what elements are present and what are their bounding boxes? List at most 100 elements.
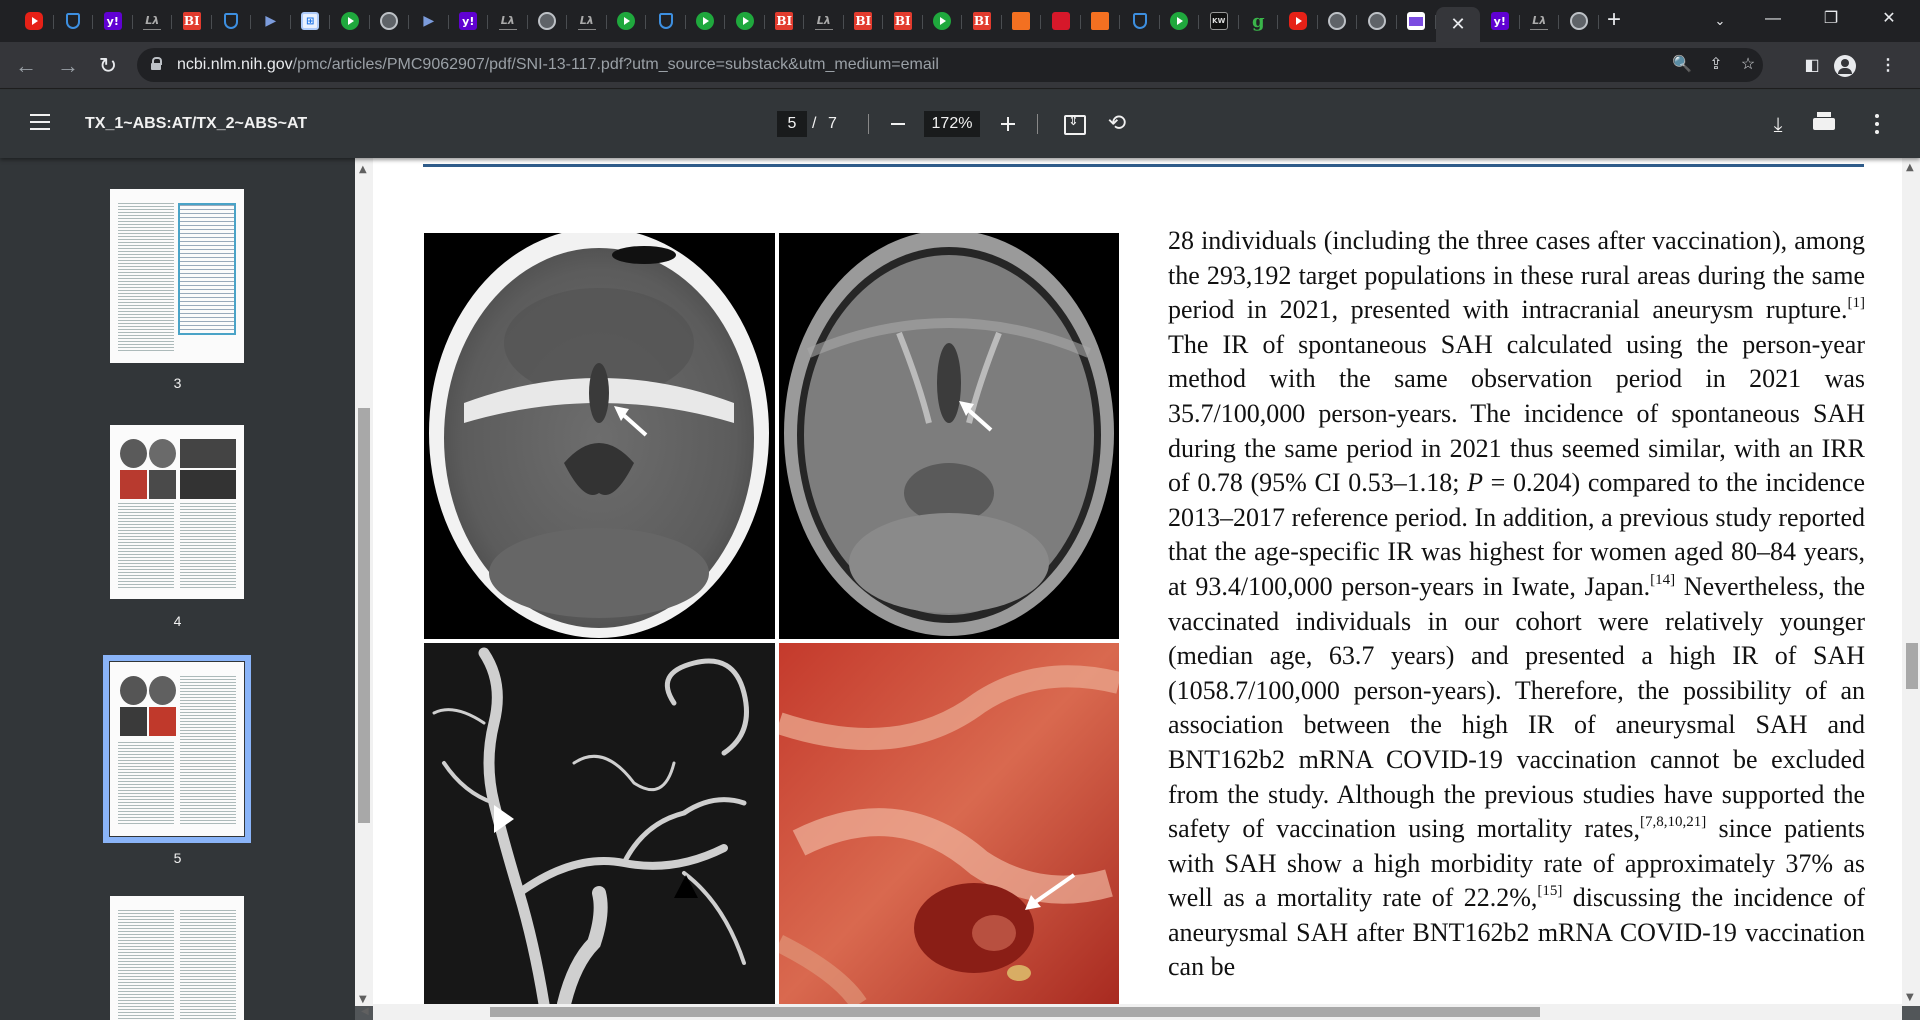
globe-favicon-icon (1569, 12, 1588, 30)
scroll-left-arrow-icon[interactable]: ◀ (361, 1006, 369, 1017)
browser-tab[interactable]: Lλ (804, 7, 844, 35)
browser-tab[interactable] (1318, 7, 1358, 35)
scroll-up-arrow-icon[interactable]: ▲ (1906, 162, 1914, 173)
play-favicon-icon (933, 12, 952, 30)
active-tab[interactable]: ✕ (1436, 7, 1480, 42)
browser-tab[interactable]: y! (1480, 7, 1520, 35)
browser-tab[interactable] (607, 7, 647, 35)
new-tab-button[interactable]: + (1600, 6, 1628, 34)
paragraph-text: 28 individuals (including the three case… (1168, 226, 1865, 325)
fit-to-page-icon[interactable] (1062, 112, 1086, 136)
maximize-button[interactable]: ❐ (1800, 0, 1862, 38)
pdf-viewer[interactable]: ▲ ▼ 28 individuals (including the three … (355, 158, 1920, 1020)
browser-menu-icon[interactable]: ⋮ (1872, 50, 1904, 82)
browser-tab[interactable] (54, 7, 94, 35)
browser-tab[interactable]: Lλ (1520, 7, 1560, 35)
yahoo-favicon-icon: y! (459, 12, 478, 30)
vertical-scrollbar-thumb[interactable] (1906, 643, 1918, 689)
browser-tab[interactable]: KW (1199, 7, 1239, 35)
browser-tab[interactable]: BI (765, 7, 805, 35)
reload-button[interactable]: ↻ (92, 50, 124, 82)
address-bar[interactable]: ncbi.nlm.nih.gov/pmc/articles/PMC9062907… (137, 48, 1763, 82)
scroll-down-arrow-icon[interactable]: ▼ (359, 994, 367, 1005)
lock-icon[interactable] (151, 57, 162, 70)
download-icon[interactable]: ⤓ (1764, 110, 1792, 138)
browser-tab[interactable] (14, 7, 54, 35)
header-rule (423, 164, 1864, 167)
shield-favicon-icon (224, 13, 239, 29)
zoom-out-icon[interactable] (884, 110, 912, 138)
browser-tab[interactable] (725, 7, 765, 35)
browser-tab[interactable]: BI (962, 7, 1002, 35)
bars-favicon-icon (1012, 12, 1031, 30)
browser-tab[interactable] (1120, 7, 1160, 35)
thumbnail-sidebar: 3 4 5 (0, 158, 355, 1020)
browser-tab[interactable] (1397, 7, 1437, 35)
browser-tab[interactable]: BI (883, 7, 923, 35)
page-thumbnail-6[interactable] (110, 896, 244, 1020)
browser-tab[interactable] (212, 7, 252, 35)
page-thumbnail-5[interactable] (103, 655, 251, 843)
scroll-up-arrow-icon[interactable]: ▲ (359, 164, 367, 175)
tab-search-button[interactable]: ⌄ (1706, 8, 1734, 34)
browser-tab[interactable] (1002, 7, 1042, 35)
left-scrollbar-thumb[interactable] (358, 408, 370, 823)
yahoo-favicon-icon: y! (103, 12, 122, 30)
url-text[interactable]: ncbi.nlm.nih.gov/pmc/articles/PMC9062907… (177, 48, 939, 82)
more-actions-icon[interactable] (1866, 112, 1888, 136)
play-favicon-icon (617, 12, 636, 30)
minimize-button[interactable]: — (1742, 0, 1804, 38)
print-icon[interactable] (1812, 112, 1838, 134)
browser-tab[interactable] (1081, 7, 1121, 35)
browser-tab[interactable] (1041, 7, 1081, 35)
browser-tab[interactable]: ▶ (409, 7, 449, 35)
rotate-icon[interactable]: ⟲ (1104, 111, 1130, 137)
figure-panel-mri-scan (779, 233, 1119, 639)
scroll-down-arrow-icon[interactable]: ▼ (1906, 992, 1914, 1003)
browser-tab[interactable]: ▶ (251, 7, 291, 35)
back-button[interactable]: ← (10, 50, 42, 82)
sidebar-menu-icon[interactable] (30, 114, 52, 132)
close-window-button[interactable]: ✕ (1858, 0, 1920, 38)
page-thumbnail-3[interactable] (110, 189, 244, 363)
vertical-scrollbar[interactable] (1902, 158, 1920, 1006)
browser-tab[interactable] (1160, 7, 1200, 35)
browser-tab[interactable]: BI (172, 7, 212, 35)
zoom-icon[interactable]: 🔍 (1669, 52, 1695, 78)
figure-panel-surgical-view (779, 643, 1119, 1004)
profile-avatar-icon[interactable] (1834, 55, 1856, 77)
bi-favicon-icon: BI (775, 12, 794, 30)
play-favicon-icon (1170, 12, 1189, 30)
close-tab-icon[interactable]: ✕ (1450, 14, 1465, 35)
browser-tab[interactable] (923, 7, 963, 35)
browser-tab[interactable]: g (1239, 7, 1279, 35)
browser-tab[interactable]: Lλ (488, 7, 528, 35)
browser-tab[interactable] (528, 7, 568, 35)
share-icon[interactable]: ⇪ (1703, 52, 1729, 78)
bookmark-star-icon[interactable]: ☆ (1735, 52, 1761, 78)
browser-tab[interactable]: Lλ (133, 7, 173, 35)
forward-button[interactable]: → (52, 50, 84, 82)
browser-tab[interactable] (1278, 7, 1318, 35)
horizontal-scrollbar-thumb[interactable] (490, 1007, 1540, 1017)
browser-tab[interactable]: y! (93, 7, 133, 35)
browser-tab[interactable]: Lλ (567, 7, 607, 35)
browser-tab[interactable] (1559, 7, 1599, 35)
browser-tab[interactable]: ⊞ (291, 7, 331, 35)
browser-tab[interactable] (1357, 7, 1397, 35)
globe-favicon-icon (1367, 12, 1386, 30)
zoom-in-icon[interactable] (994, 110, 1022, 138)
browser-tab[interactable]: BI (844, 7, 884, 35)
page-thumbnail-4[interactable] (110, 425, 244, 599)
side-panel-icon[interactable]: ◧ (1796, 50, 1828, 82)
page-number-input[interactable] (777, 111, 807, 137)
browser-tab[interactable] (686, 7, 726, 35)
browser-tab[interactable] (330, 7, 370, 35)
browser-tab[interactable] (370, 7, 410, 35)
toolbar-divider (868, 114, 869, 134)
browser-tab[interactable] (646, 7, 686, 35)
browser-tab[interactable]: y! (449, 7, 489, 35)
pdf-page: 28 individuals (including the three case… (373, 158, 1902, 1004)
figure-panel-angiography (424, 643, 775, 1004)
zoom-level-input[interactable] (924, 111, 980, 137)
